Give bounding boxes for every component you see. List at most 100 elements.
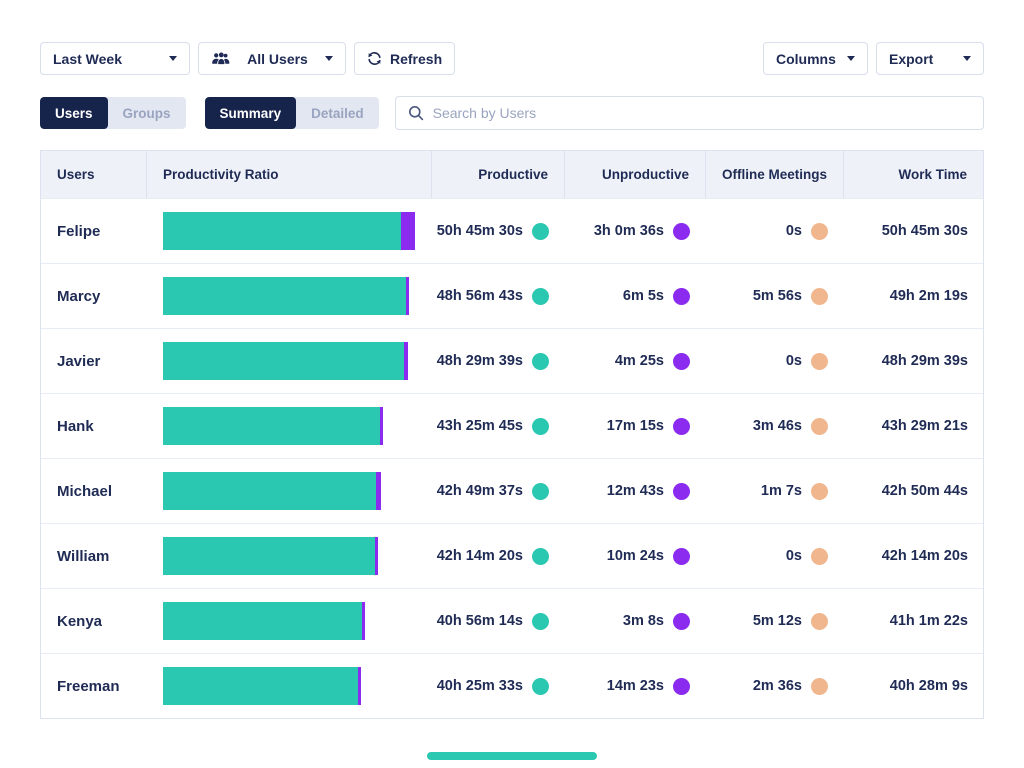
- ratio-bar: [163, 212, 415, 250]
- work-time-value: 50h 45m 30s: [882, 223, 968, 239]
- user-filter-dropdown[interactable]: All Users: [198, 42, 346, 75]
- productive-dot-icon: [532, 678, 549, 695]
- unproductive-cell: 3h 0m 36s: [564, 199, 705, 263]
- table-row[interactable]: Felipe 50h 45m 30s 3h 0m 36s 0s 50h 45m …: [41, 198, 983, 263]
- top-toolbar: Last Week All Users: [40, 42, 984, 75]
- bar-unproductive-segment: [375, 537, 378, 575]
- search-icon: [408, 105, 424, 121]
- work-time-cell: 48h 29m 39s: [843, 329, 983, 393]
- unproductive-value: 4m 25s: [615, 353, 664, 369]
- productive-value: 40h 25m 33s: [437, 678, 523, 694]
- ratio-bar: [163, 342, 408, 380]
- table-body: Felipe 50h 45m 30s 3h 0m 36s 0s 50h 45m …: [41, 198, 983, 718]
- users-group-icon: [211, 52, 230, 66]
- productive-dot-icon: [532, 613, 549, 630]
- unproductive-value: 10m 24s: [607, 548, 664, 564]
- chevron-down-icon: [169, 56, 177, 61]
- unproductive-value: 3m 8s: [623, 613, 664, 629]
- user-filter-value: All Users: [247, 51, 308, 67]
- unproductive-cell: 6m 5s: [564, 264, 705, 328]
- offline-meetings-value: 5m 12s: [753, 613, 802, 629]
- work-time-value: 43h 29m 21s: [882, 418, 968, 434]
- table-row[interactable]: Hank 43h 25m 45s 17m 15s 3m 46s 43h 29m …: [41, 393, 983, 458]
- user-name: Javier: [41, 329, 146, 393]
- unproductive-cell: 14m 23s: [564, 654, 705, 718]
- tab-groups[interactable]: Groups: [108, 97, 186, 129]
- refresh-button[interactable]: Refresh: [354, 42, 455, 75]
- productivity-ratio-cell: [146, 654, 431, 718]
- productive-cell: 40h 56m 14s: [431, 589, 564, 653]
- date-range-dropdown[interactable]: Last Week: [40, 42, 190, 75]
- offline-meetings-value: 5m 56s: [753, 288, 802, 304]
- table-row[interactable]: Michael 42h 49m 37s 12m 43s 1m 7s 42h 50…: [41, 458, 983, 523]
- table-row[interactable]: William 42h 14m 20s 10m 24s 0s 42h 14m 2…: [41, 523, 983, 588]
- productive-dot-icon: [532, 288, 549, 305]
- horizontal-scrollbar-thumb[interactable]: [427, 752, 597, 760]
- offline-meetings-dot-icon: [811, 353, 828, 370]
- columns-label: Columns: [776, 51, 836, 67]
- productivity-ratio-cell: [146, 394, 431, 458]
- work-time-value: 42h 50m 44s: [882, 483, 968, 499]
- ratio-bar: [163, 472, 381, 510]
- table-row[interactable]: Freeman 40h 25m 33s 14m 23s 2m 36s 40h 2…: [41, 653, 983, 718]
- ratio-bar: [163, 667, 361, 705]
- unproductive-dot-icon: [673, 353, 690, 370]
- offline-meetings-value: 3m 46s: [753, 418, 802, 434]
- bar-unproductive-segment: [376, 472, 381, 510]
- productive-value: 40h 56m 14s: [437, 613, 523, 629]
- unproductive-value: 6m 5s: [623, 288, 664, 304]
- unproductive-dot-icon: [673, 678, 690, 695]
- productive-dot-icon: [532, 223, 549, 240]
- table-row[interactable]: Javier 48h 29m 39s 4m 25s 0s 48h 29m 39s: [41, 328, 983, 393]
- unproductive-cell: 17m 15s: [564, 394, 705, 458]
- export-label: Export: [889, 51, 933, 67]
- ratio-bar: [163, 537, 378, 575]
- col-header-work-time: Work Time: [843, 151, 983, 198]
- offline-meetings-value: 0s: [786, 353, 802, 369]
- table-row[interactable]: Marcy 48h 56m 43s 6m 5s 5m 56s 49h 2m 19…: [41, 263, 983, 328]
- unproductive-cell: 10m 24s: [564, 524, 705, 588]
- ratio-bar: [163, 602, 365, 640]
- user-name: Kenya: [41, 589, 146, 653]
- chevron-down-icon: [963, 56, 971, 61]
- export-dropdown[interactable]: Export: [876, 42, 984, 75]
- table-header: Users Productivity Ratio Productive Unpr…: [41, 151, 983, 198]
- date-range-value: Last Week: [53, 51, 122, 67]
- productive-dot-icon: [532, 418, 549, 435]
- user-name: William: [41, 524, 146, 588]
- tab-users[interactable]: Users: [40, 97, 108, 129]
- unproductive-dot-icon: [673, 418, 690, 435]
- refresh-label: Refresh: [390, 51, 442, 67]
- work-time-value: 48h 29m 39s: [882, 353, 968, 369]
- tab-detailed[interactable]: Detailed: [296, 97, 379, 129]
- chevron-down-icon: [847, 56, 855, 61]
- offline-meetings-value: 2m 36s: [753, 678, 802, 694]
- table-row[interactable]: Kenya 40h 56m 14s 3m 8s 5m 12s 41h 1m 22…: [41, 588, 983, 653]
- columns-dropdown[interactable]: Columns: [763, 42, 868, 75]
- col-header-users: Users: [41, 151, 146, 198]
- bar-productive-segment: [163, 667, 358, 705]
- offline-meetings-value: 0s: [786, 548, 802, 564]
- unproductive-dot-icon: [673, 483, 690, 500]
- offline-meetings-cell: 0s: [705, 199, 843, 263]
- search-box[interactable]: [395, 96, 984, 130]
- search-input[interactable]: [433, 105, 971, 121]
- productive-cell: 40h 25m 33s: [431, 654, 564, 718]
- productivity-ratio-cell: [146, 199, 431, 263]
- user-name: Hank: [41, 394, 146, 458]
- col-header-productive: Productive: [431, 151, 564, 198]
- productive-value: 42h 14m 20s: [437, 548, 523, 564]
- unproductive-dot-icon: [673, 613, 690, 630]
- work-time-value: 49h 2m 19s: [890, 288, 968, 304]
- productive-value: 50h 45m 30s: [437, 223, 523, 239]
- productive-cell: 50h 45m 30s: [431, 199, 564, 263]
- unproductive-dot-icon: [673, 288, 690, 305]
- filter-row: Users Groups Summary Detailed: [40, 96, 984, 130]
- user-name: Felipe: [41, 199, 146, 263]
- tab-summary[interactable]: Summary: [205, 97, 297, 129]
- work-time-value: 40h 28m 9s: [890, 678, 968, 694]
- productive-cell: 43h 25m 45s: [431, 394, 564, 458]
- col-header-unproductive: Unproductive: [564, 151, 705, 198]
- user-name: Freeman: [41, 654, 146, 718]
- bar-unproductive-segment: [362, 602, 365, 640]
